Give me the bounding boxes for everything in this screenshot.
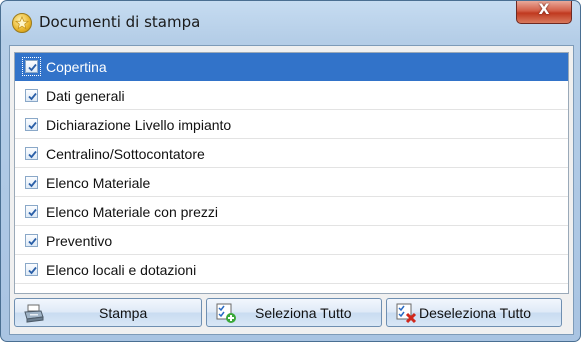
document-checkbox[interactable] [25,89,38,102]
button-bar: Stampa Seleziona Tutto Deseleziona Tutto [14,298,567,330]
document-list-item[interactable]: Dati generali [15,82,568,110]
select-all-label: Seleziona Tutto [255,305,352,321]
document-label: Dati generali [46,88,125,104]
document-checkbox[interactable] [25,176,38,189]
close-icon: X [538,2,550,18]
document-checkbox[interactable] [25,205,38,218]
document-list-item[interactable]: Dichiarazione Livello impianto [15,111,568,139]
document-checklist: Copertina Dati generali Dichiarazione Live… [14,52,569,294]
dialog-content: Copertina Dati generali Dichiarazione Live… [9,45,574,335]
document-label: Elenco Materiale con prezzi [46,204,218,220]
document-list-item[interactable]: Elenco locali e dotazioni [15,256,568,284]
document-label: Dichiarazione Livello impianto [46,117,232,133]
select-all-button[interactable]: Seleziona Tutto [206,298,382,327]
print-button[interactable]: Stampa [14,298,202,327]
window-title: Documenti di stampa [39,13,201,31]
document-label: Copertina [46,59,107,75]
print-documents-window: Documenti di stampa X Copertina Dati gene… [0,0,581,342]
check-remove-icon [395,302,417,324]
document-list-item[interactable]: Elenco Materiale [15,169,568,197]
document-label: Elenco locali e dotazioni [46,262,197,278]
document-checkbox[interactable] [22,57,41,76]
print-button-label: Stampa [99,305,148,321]
deselect-all-button[interactable]: Deseleziona Tutto [386,298,562,327]
document-checkbox[interactable] [25,118,38,131]
check-add-icon [215,302,237,324]
document-label: Centralino/Sottocontatore [46,146,205,162]
deselect-all-label: Deseleziona Tutto [419,305,532,321]
document-checkbox[interactable] [25,234,38,247]
document-label: Preventivo [46,233,113,249]
star-app-icon [12,13,32,33]
document-label: Elenco Materiale [46,175,151,191]
printer-icon [23,302,45,324]
close-button[interactable]: X [516,1,572,24]
document-checkbox[interactable] [25,263,38,276]
document-list-item[interactable]: Copertina [15,53,568,81]
document-list-item[interactable]: Centralino/Sottocontatore [15,140,568,168]
document-list-item[interactable]: Elenco Materiale con prezzi [15,198,568,226]
title-bar[interactable]: Documenti di stampa X [1,1,580,45]
document-checkbox[interactable] [25,147,38,160]
document-list-item[interactable]: Preventivo [15,227,568,255]
